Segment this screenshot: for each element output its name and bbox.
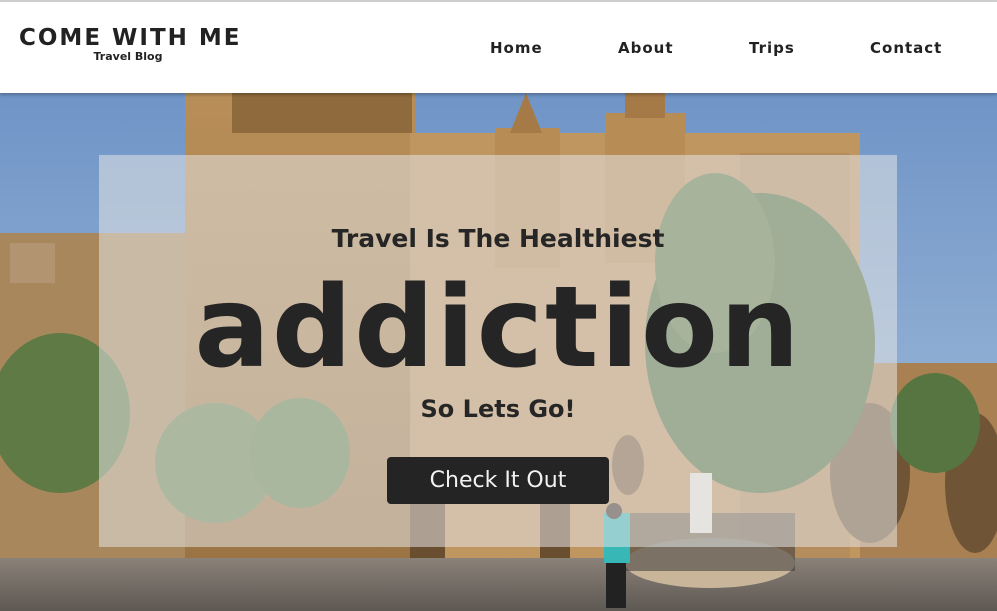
- brand-subtitle: Travel Blog: [93, 50, 163, 63]
- hero-overlay-panel: Travel Is The Healthiest addiction So Le…: [99, 155, 897, 547]
- hero-tagline: Travel Is The Healthiest: [331, 224, 665, 253]
- nav-contact-link[interactable]: Contact: [870, 39, 942, 57]
- check-it-out-button[interactable]: Check It Out: [387, 457, 609, 504]
- hero-headline: addiction: [194, 263, 802, 393]
- hero-section: Travel Is The Healthiest addiction So Le…: [0, 93, 997, 611]
- brand-logo[interactable]: COME WITH ME Travel Blog: [19, 24, 242, 63]
- hero-subline: So Lets Go!: [420, 395, 576, 423]
- site-header: COME WITH ME Travel Blog Home About Trip…: [0, 2, 997, 93]
- nav-home-link[interactable]: Home: [490, 39, 543, 57]
- nav-trips-link[interactable]: Trips: [749, 39, 795, 57]
- brand-title: COME WITH ME: [19, 25, 242, 51]
- nav-about-link[interactable]: About: [618, 39, 674, 57]
